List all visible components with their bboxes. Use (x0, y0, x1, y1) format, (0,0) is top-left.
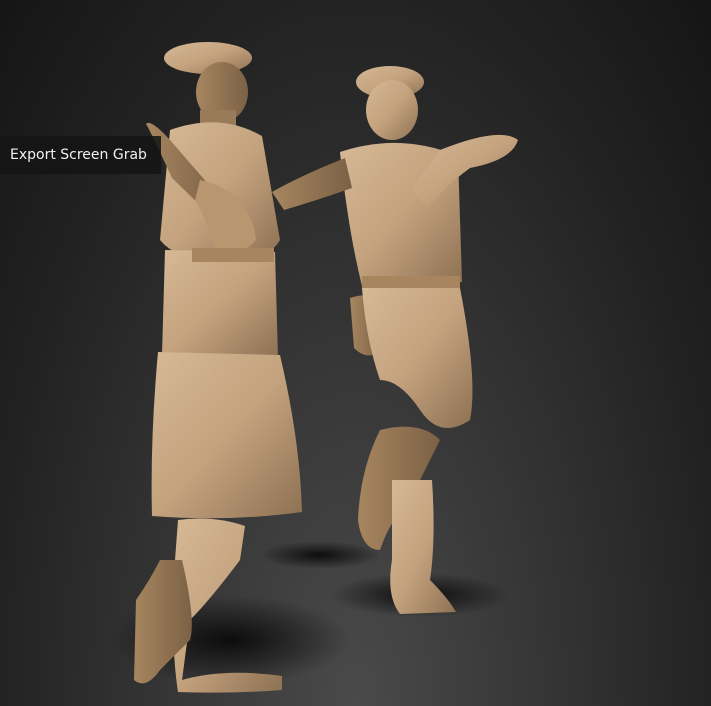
tooltip-label: Export Screen Grab (10, 147, 147, 163)
sculpt-scene (110, 42, 518, 693)
man-figure (272, 66, 518, 614)
zbrush-viewport-canvas[interactable]: Export Screen Grab (0, 0, 711, 706)
export-screen-grab-tooltip: Export Screen Grab (0, 136, 161, 174)
